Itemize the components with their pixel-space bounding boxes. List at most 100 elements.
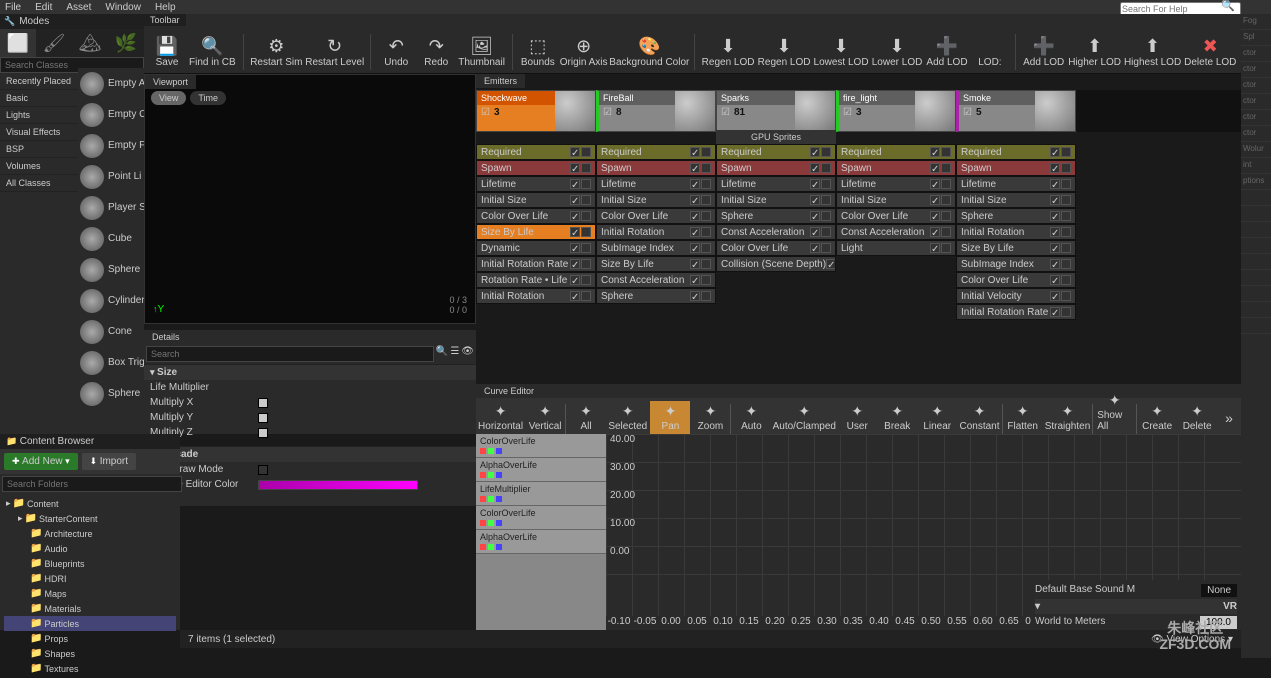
size-section[interactable]: ▾ Size xyxy=(144,364,476,380)
tree-item[interactable]: 📁 Props xyxy=(4,631,176,646)
color-picker[interactable] xyxy=(258,480,418,490)
module-lifetime[interactable]: Lifetime✓ xyxy=(836,176,956,192)
foliage-mode-tab[interactable]: 🌿 xyxy=(108,29,144,57)
docked-item[interactable] xyxy=(1241,190,1271,206)
module-const-acceleration[interactable]: Const Acceleration✓ xyxy=(596,272,716,288)
module-sphere[interactable]: Sphere✓ xyxy=(956,208,1076,224)
curve-pan[interactable]: ✦Pan xyxy=(650,401,690,434)
menu-file[interactable]: File xyxy=(5,2,21,13)
module-initial-rotation-rate[interactable]: Initial Rotation Rate✓ xyxy=(956,304,1076,320)
module-color-over-life[interactable]: Color Over Life✓ xyxy=(956,272,1076,288)
module-color-over-life[interactable]: Color Over Life✓ xyxy=(836,208,956,224)
module-required[interactable]: Required✓ xyxy=(596,144,716,160)
docked-item[interactable]: ptions xyxy=(1241,174,1271,190)
tree-item[interactable]: 📁 HDRI xyxy=(4,571,176,586)
docked-item[interactable]: Wolur xyxy=(1241,142,1271,158)
paint-mode-tab[interactable]: 🖌 xyxy=(36,29,72,57)
curve-vertical[interactable]: ✦Vertical xyxy=(525,401,565,434)
module-spawn[interactable]: Spawn✓ xyxy=(596,160,716,176)
curve-linear[interactable]: ✦Linear xyxy=(917,401,957,434)
curve-user[interactable]: ✦User xyxy=(837,401,877,434)
tree-item[interactable]: ▸ 📁 StarterContent xyxy=(4,511,176,526)
search-folders-input[interactable] xyxy=(2,476,182,492)
toolbar-higher-lod[interactable]: ⬆Higher LOD xyxy=(1068,35,1122,70)
tree-item[interactable]: 📁 Architecture xyxy=(4,526,176,541)
add-new-button[interactable]: ✚ Add New ▾ xyxy=(4,453,78,470)
module-color-over-life[interactable]: Color Over Life✓ xyxy=(716,240,836,256)
toolbar-undo[interactable]: ↶Undo xyxy=(377,35,415,70)
curve-track[interactable]: AlphaOverLife xyxy=(476,458,606,482)
docked-item[interactable]: ctor xyxy=(1241,126,1271,142)
module-lifetime[interactable]: Lifetime✓ xyxy=(596,176,716,192)
docked-item[interactable]: Fog xyxy=(1241,14,1271,30)
module-spawn[interactable]: Spawn✓ xyxy=(956,160,1076,176)
curve-constant[interactable]: ✦Constant xyxy=(957,401,1002,434)
module-initial-size[interactable]: Initial Size✓ xyxy=(956,192,1076,208)
toolbar-lower-lod[interactable]: ⬇Lower LOD xyxy=(871,35,923,70)
toolbar-save[interactable]: 💾Save xyxy=(148,35,186,70)
docked-item[interactable] xyxy=(1241,302,1271,318)
landscape-mode-tab[interactable]: 🏔 xyxy=(72,29,108,57)
curve-auto[interactable]: ✦Auto xyxy=(731,401,771,434)
toolbar-thumbnail[interactable]: 🖼Thumbnail xyxy=(457,35,506,70)
module-dynamic[interactable]: Dynamic✓ xyxy=(476,240,596,256)
curve-track[interactable]: ColorOverLife xyxy=(476,434,606,458)
emitter-fire_light[interactable]: fire_light☑3 xyxy=(836,90,956,132)
toolbar-background-color[interactable]: 🎨Background Color xyxy=(610,35,688,70)
module-sphere[interactable]: Sphere✓ xyxy=(716,208,836,224)
tree-item[interactable]: 📁 Blueprints xyxy=(4,556,176,571)
module-initial-rotation[interactable]: Initial Rotation✓ xyxy=(596,224,716,240)
docked-item[interactable]: ctor xyxy=(1241,94,1271,110)
module-size-by-life[interactable]: Size By Life✓ xyxy=(956,240,1076,256)
placer-item[interactable]: Cone xyxy=(78,316,144,347)
overflow-icon[interactable]: » xyxy=(1217,402,1241,434)
toolbar-origin-axis[interactable]: ⊕Origin Axis xyxy=(559,35,609,70)
placer-item[interactable]: Point Li xyxy=(78,161,144,192)
module-required[interactable]: Required✓ xyxy=(836,144,956,160)
tree-item[interactable]: 📁 Shapes xyxy=(4,646,176,661)
module-light[interactable]: Light✓ xyxy=(836,240,956,256)
placer-item[interactable]: Player S xyxy=(78,192,144,223)
toolbar-add-lod[interactable]: ➕Add LOD xyxy=(1022,35,1066,70)
toolbar-regen-lod[interactable]: ⬇Regen LOD xyxy=(701,35,755,70)
placer-item[interactable]: Cube xyxy=(78,223,144,254)
toolbar-lowest-lod[interactable]: ⬇Lowest LOD xyxy=(813,35,869,70)
toolbar-restart-sim[interactable]: ⚙Restart Sim xyxy=(250,35,304,70)
module-lifetime[interactable]: Lifetime✓ xyxy=(716,176,836,192)
tree-item[interactable]: 📁 Textures xyxy=(4,661,176,676)
docked-item[interactable] xyxy=(1241,254,1271,270)
tree-item[interactable]: 📁 Audio xyxy=(4,541,176,556)
view-pill[interactable]: View xyxy=(151,91,186,105)
tree-item[interactable]: 📁 Maps xyxy=(4,586,176,601)
module-const-acceleration[interactable]: Const Acceleration✓ xyxy=(836,224,956,240)
curve-all[interactable]: ✦All xyxy=(566,401,606,434)
checkbox[interactable]: ✓ xyxy=(258,398,268,408)
curve-auto-clamped[interactable]: ✦Auto/Clamped xyxy=(771,401,837,434)
toolbar-delete-lod[interactable]: ✖Delete LOD xyxy=(1184,35,1238,70)
module-rotation-rate-•-life[interactable]: Rotation Rate • Life✓ xyxy=(476,272,596,288)
module-color-over-life[interactable]: Color Over Life✓ xyxy=(596,208,716,224)
module-subimage-index[interactable]: SubImage Index✓ xyxy=(596,240,716,256)
checkbox[interactable]: ✓ xyxy=(258,413,268,423)
module-color-over-life[interactable]: Color Over Life✓ xyxy=(476,208,596,224)
time-pill[interactable]: Time xyxy=(190,91,226,105)
docked-item[interactable]: Spl xyxy=(1241,30,1271,46)
curve-zoom[interactable]: ✦Zoom xyxy=(690,401,730,434)
toolbar-bounds[interactable]: ⬚Bounds xyxy=(519,35,557,70)
placer-item[interactable]: Sphere xyxy=(78,254,144,285)
curve-straighten[interactable]: ✦Straighten xyxy=(1043,401,1093,434)
curve-track[interactable]: AlphaOverLife xyxy=(476,530,606,554)
curve-track[interactable]: ColorOverLife xyxy=(476,506,606,530)
module-size-by-life[interactable]: Size By Life✓ xyxy=(476,224,596,240)
curve-track[interactable]: LifeMultiplier xyxy=(476,482,606,506)
module-size-by-life[interactable]: Size By Life✓ xyxy=(596,256,716,272)
eye-icon[interactable]: 👁 xyxy=(461,346,474,362)
curve-show-all[interactable]: ✦Show All xyxy=(1093,390,1136,434)
menu-help[interactable]: Help xyxy=(155,2,176,13)
module-lifetime[interactable]: Lifetime✓ xyxy=(956,176,1076,192)
toolbar-restart-level[interactable]: ↻Restart Level xyxy=(305,35,364,70)
search-icon[interactable]: 🔍 xyxy=(1221,0,1235,12)
docked-item[interactable] xyxy=(1241,222,1271,238)
module-initial-rotation[interactable]: Initial Rotation✓ xyxy=(476,288,596,304)
cascade-section[interactable]: ▾ Cascade xyxy=(144,446,476,462)
